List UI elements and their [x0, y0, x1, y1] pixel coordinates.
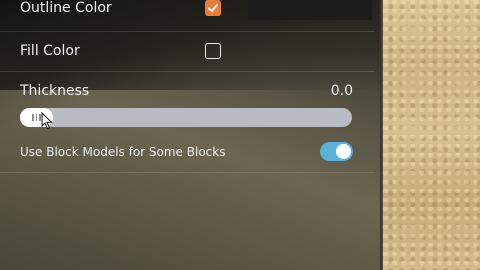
outline-color-label: Outline Color: [20, 0, 112, 16]
grip-line: [32, 114, 34, 121]
use-block-models-toggle[interactable]: [320, 142, 353, 161]
settings-panel: Outline Color Fill Color Thickness 0.0 U…: [0, 0, 375, 270]
divider: [0, 31, 375, 32]
use-block-models-label: Use Block Models for Some Blocks: [20, 145, 226, 159]
mouse-cursor-icon: [41, 112, 53, 130]
fill-color-checkbox[interactable]: [205, 43, 221, 59]
thickness-value: 0.0: [330, 83, 353, 99]
divider: [0, 71, 375, 72]
outline-color-checkbox[interactable]: [205, 0, 221, 16]
divider: [0, 172, 375, 173]
outline-color-swatch[interactable]: [248, 0, 372, 20]
toggle-knob: [336, 144, 351, 159]
fill-color-label: Fill Color: [20, 43, 80, 59]
checkmark-icon: [208, 4, 218, 12]
thickness-slider-track[interactable]: [20, 108, 352, 127]
grip-line: [35, 114, 38, 121]
thickness-row: Thickness 0.0: [20, 83, 353, 101]
sand-block-view: [383, 0, 480, 270]
thickness-label: Thickness: [20, 83, 90, 99]
